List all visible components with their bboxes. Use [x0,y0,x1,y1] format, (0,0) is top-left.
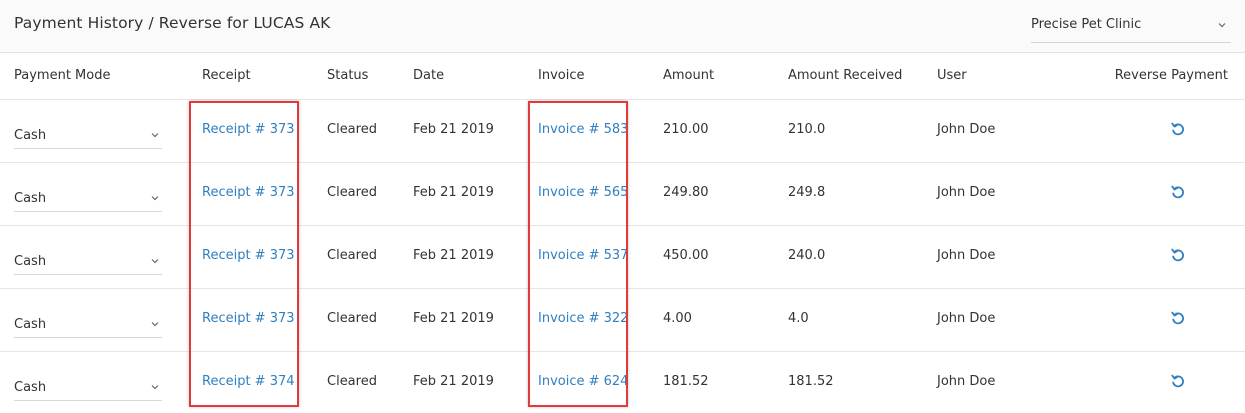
column-header-user: User [937,68,967,83]
status-text: Cleared [327,248,377,263]
user-text: John Doe [937,122,996,137]
payment-mode-value: Cash [14,128,47,143]
column-header-receipt: Receipt [202,68,251,83]
amount-received-text: 210.0 [788,122,826,137]
user-text: John Doe [937,248,996,263]
clinic-select[interactable]: Precise Pet Clinic [1031,10,1231,43]
column-header-invoice: Invoice [538,68,585,83]
date-text: Feb 21 2019 [413,374,494,389]
column-header-amount-received: Amount Received [788,68,903,83]
chevron-down-icon [151,385,159,390]
amount-text: 210.00 [663,122,709,137]
chevron-down-icon [151,133,159,138]
undo-icon[interactable] [1170,121,1186,137]
invoice-column-highlight [528,101,628,407]
user-text: John Doe [937,311,996,326]
payment-mode-select[interactable]: Cash [14,245,162,275]
receipt-column-highlight [189,101,299,407]
amount-received-text: 240.0 [788,248,826,263]
status-text: Cleared [327,311,377,326]
status-text: Cleared [327,185,377,200]
column-header-status: Status [327,68,369,83]
undo-icon[interactable] [1170,310,1186,326]
column-header-reverse-payment: Reverse Payment [1114,68,1228,83]
undo-icon[interactable] [1170,184,1186,200]
chevron-down-icon [151,322,159,327]
date-text: Feb 21 2019 [413,311,494,326]
payment-mode-select[interactable]: Cash [14,371,162,401]
column-header-date: Date [413,68,445,83]
status-text: Cleared [327,374,377,389]
date-text: Feb 21 2019 [413,122,494,137]
user-text: John Doe [937,374,996,389]
date-text: Feb 21 2019 [413,248,494,263]
chevron-down-icon [151,259,159,264]
amount-text: 249.80 [663,185,709,200]
payment-mode-select[interactable]: Cash [14,182,162,212]
date-text: Feb 21 2019 [413,185,494,200]
page-header: Payment History / Reverse for LUCAS AK P… [0,0,1245,53]
header-divider [0,99,1245,100]
payment-mode-value: Cash [14,254,47,269]
column-header-amount: Amount [663,68,715,83]
chevron-down-icon [151,196,159,201]
amount-text: 181.52 [663,374,709,389]
amount-received-text: 4.0 [788,311,809,326]
column-header-payment-mode: Payment Mode [14,68,111,83]
page-title: Payment History / Reverse for LUCAS AK [14,14,331,32]
amount-received-text: 249.8 [788,185,826,200]
undo-icon[interactable] [1170,373,1186,389]
amount-received-text: 181.52 [788,374,834,389]
amount-text: 450.00 [663,248,709,263]
amount-text: 4.00 [663,311,692,326]
chevron-down-icon [1218,23,1226,28]
undo-icon[interactable] [1170,247,1186,263]
payment-mode-value: Cash [14,380,47,395]
payment-mode-select[interactable]: Cash [14,119,162,149]
user-text: John Doe [937,185,996,200]
status-text: Cleared [327,122,377,137]
payment-mode-value: Cash [14,317,47,332]
clinic-select-value: Precise Pet Clinic [1031,17,1142,32]
payment-mode-value: Cash [14,191,47,206]
payment-mode-select[interactable]: Cash [14,308,162,338]
